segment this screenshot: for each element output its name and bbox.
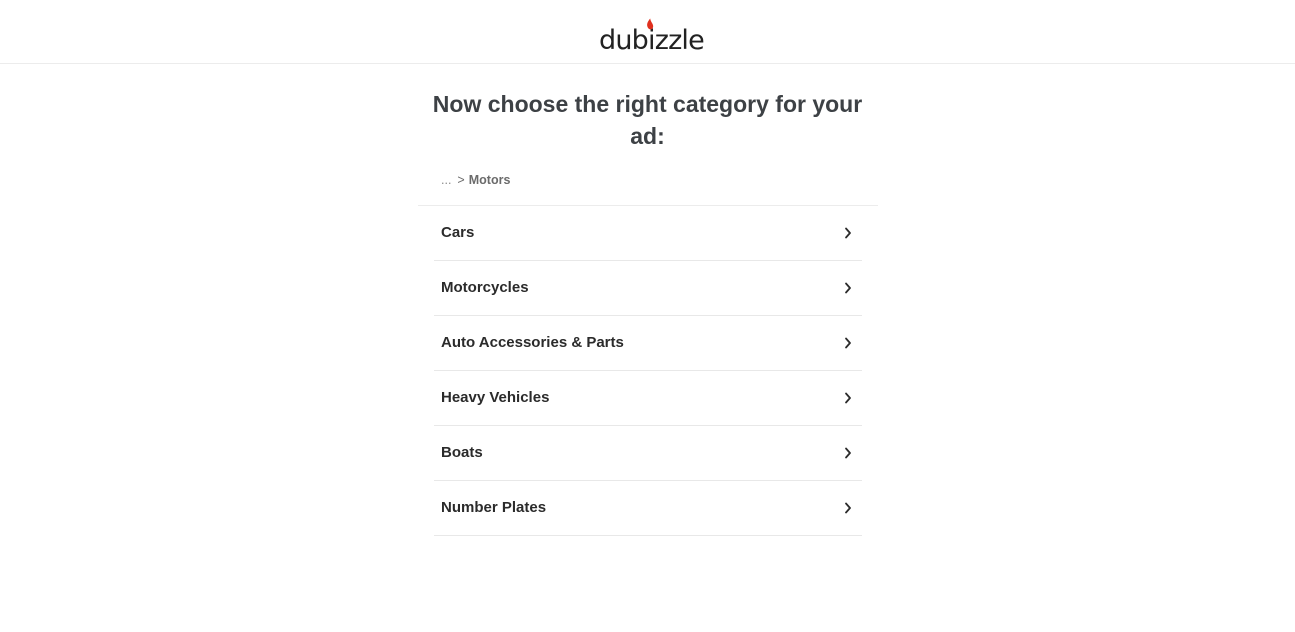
category-item-cars[interactable]: Cars	[434, 206, 862, 261]
category-item-boats[interactable]: Boats	[434, 426, 862, 481]
chevron-right-icon	[845, 447, 851, 459]
chevron-right-icon	[845, 502, 851, 514]
category-item-motorcycles[interactable]: Motorcycles	[434, 261, 862, 316]
breadcrumb: ... > Motors	[441, 171, 510, 189]
site-header: dubizzle	[0, 0, 1295, 64]
category-label: Cars	[441, 224, 475, 241]
chevron-right-icon	[845, 337, 851, 349]
category-label: Heavy Vehicles	[441, 389, 550, 406]
category-item-number-plates[interactable]: Number Plates	[434, 481, 862, 536]
page-title: Now choose the right category for your a…	[432, 91, 863, 149]
breadcrumb-current: Motors	[468, 173, 511, 187]
category-list: Cars Motorcycles Auto Accessories & Part…	[434, 206, 862, 536]
category-label: Auto Accessories & Parts	[441, 334, 624, 351]
flame-icon	[647, 18, 654, 30]
category-label: Motorcycles	[441, 279, 529, 296]
chevron-right-icon	[845, 227, 851, 239]
dubizzle-logo[interactable]: dubizzle	[599, 18, 709, 54]
breadcrumb-ellipsis[interactable]: ...	[441, 173, 451, 187]
logo-text: dubizzle	[599, 25, 704, 54]
category-label: Number Plates	[441, 499, 547, 516]
chevron-right-icon	[845, 282, 851, 294]
chevron-right-icon	[845, 392, 851, 404]
category-label: Boats	[441, 444, 483, 461]
category-item-heavy-vehicles[interactable]: Heavy Vehicles	[434, 371, 862, 426]
category-item-auto-accessories-parts[interactable]: Auto Accessories & Parts	[434, 316, 862, 371]
breadcrumb-separator: >	[457, 173, 465, 187]
